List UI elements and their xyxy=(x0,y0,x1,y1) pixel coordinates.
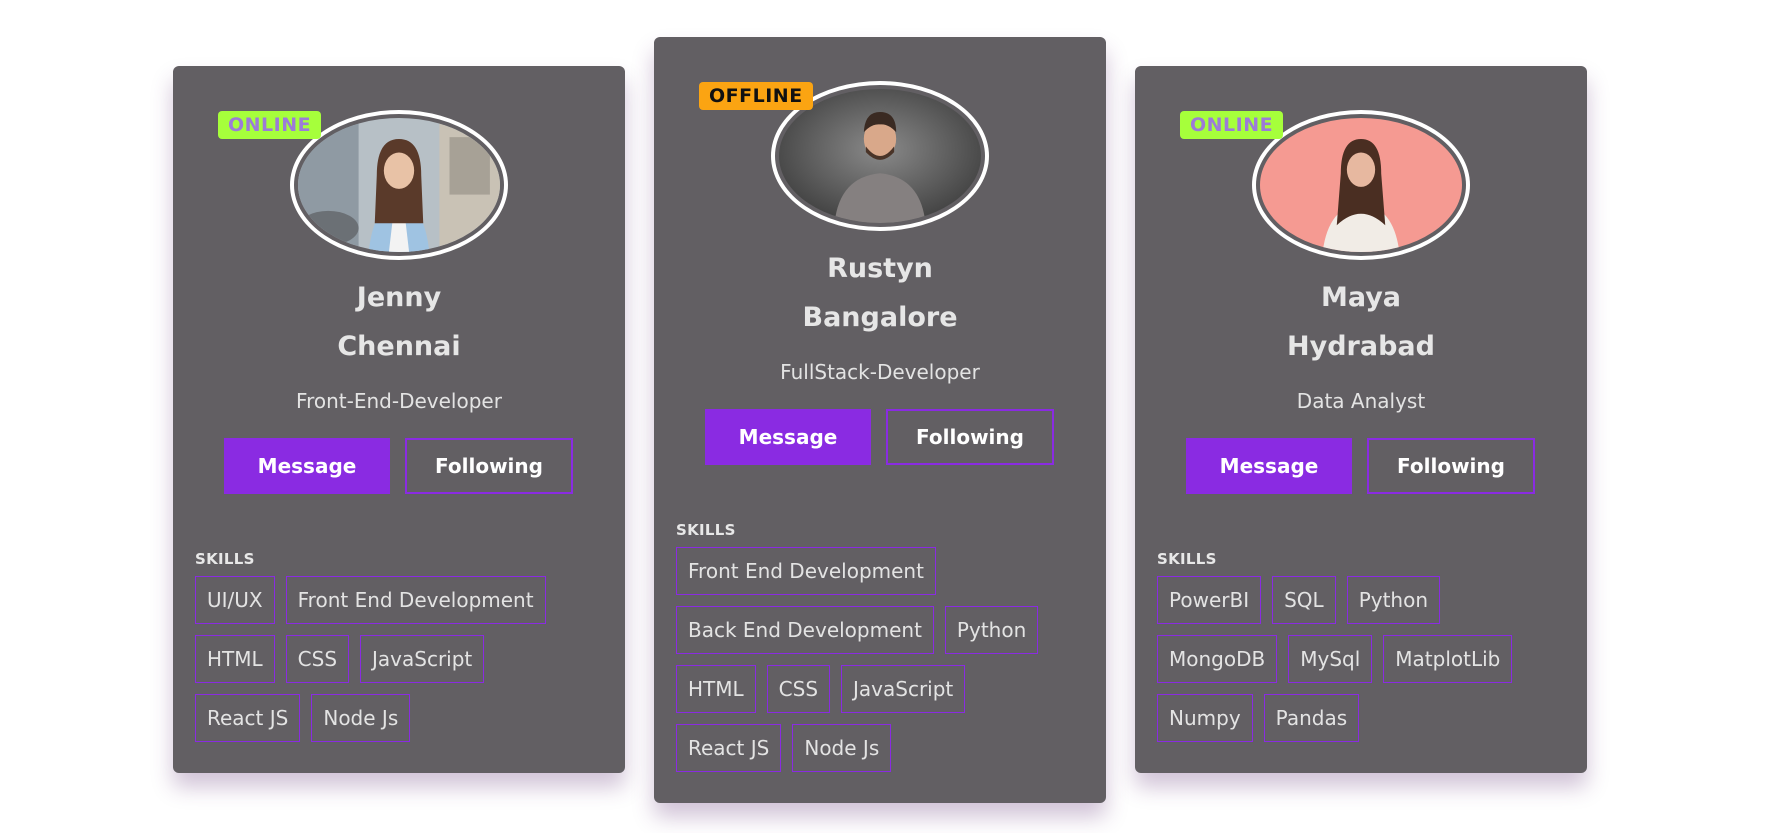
following-button[interactable]: Following xyxy=(1367,438,1535,494)
avatar xyxy=(1252,110,1470,260)
message-button[interactable]: Message xyxy=(1186,438,1352,494)
profile-role: Data Analyst xyxy=(1296,389,1426,413)
message-button[interactable]: Message xyxy=(224,438,390,494)
profile-city: Chennai xyxy=(337,331,461,362)
skill-tag: Back End Development xyxy=(676,606,934,654)
skill-tag: PowerBI xyxy=(1157,576,1262,624)
following-button[interactable]: Following xyxy=(886,409,1054,465)
profile-city: Hydrabad xyxy=(1287,331,1435,362)
skill-tag: Python xyxy=(1346,576,1441,624)
skill-tag: JavaScript xyxy=(360,635,485,683)
profile-card-maya: ONLINE Maya Hydrabad Data Analyst Messag… xyxy=(1135,66,1587,773)
skills-list: PowerBI SQL Python MongoDB MySql Matplot… xyxy=(1157,576,1567,753)
profile-role: FullStack-Developer xyxy=(780,360,980,384)
skill-tag: MongoDB xyxy=(1157,635,1278,683)
skill-tag: Python xyxy=(944,606,1039,654)
profile-name: Maya xyxy=(1320,282,1402,313)
status-badge: ONLINE xyxy=(218,111,322,139)
skill-tag: JavaScript xyxy=(841,665,966,713)
skill-tag: SQL xyxy=(1272,576,1336,624)
skill-tag: HTML xyxy=(195,635,275,683)
skill-tag: Pandas xyxy=(1263,694,1360,742)
following-button[interactable]: Following xyxy=(405,438,573,494)
skill-tag: MatplotLib xyxy=(1383,635,1513,683)
profile-role: Front-End-Developer xyxy=(296,389,502,413)
skill-tag: Node Js xyxy=(792,724,892,772)
profile-card-rustyn: OFFLINE Rustyn Bangalore FullStack-Devel… xyxy=(654,37,1106,803)
skill-tag: CSS xyxy=(285,635,350,683)
profile-name: Jenny xyxy=(356,282,442,313)
skill-tag: MySql xyxy=(1288,635,1373,683)
skills-list: Front End Development Back End Developme… xyxy=(676,547,1086,783)
skills-list: UI/UX Front End Development HTML CSS Jav… xyxy=(195,576,605,753)
skill-tag: HTML xyxy=(676,665,756,713)
profile-city: Bangalore xyxy=(802,302,958,333)
skill-tag: Front End Development xyxy=(285,576,546,624)
skill-tag: Front End Development xyxy=(676,547,936,595)
skill-tag: Node Js xyxy=(311,694,411,742)
skills-heading: SKILLS xyxy=(676,521,736,539)
status-badge: ONLINE xyxy=(1180,111,1284,139)
profile-name: Rustyn xyxy=(827,253,933,284)
skill-tag: Numpy xyxy=(1157,694,1253,742)
skill-tag: CSS xyxy=(766,665,831,713)
skill-tag: UI/UX xyxy=(195,576,275,624)
skill-tag: React JS xyxy=(195,694,301,742)
skills-heading: SKILLS xyxy=(1157,550,1217,568)
profile-card-jenny: ONLINE Jenny Chennai Front-End-Developer… xyxy=(173,66,625,773)
avatar xyxy=(290,110,508,260)
message-button[interactable]: Message xyxy=(705,409,871,465)
skills-heading: SKILLS xyxy=(195,550,255,568)
skill-tag: React JS xyxy=(676,724,782,772)
status-badge: OFFLINE xyxy=(699,82,813,110)
